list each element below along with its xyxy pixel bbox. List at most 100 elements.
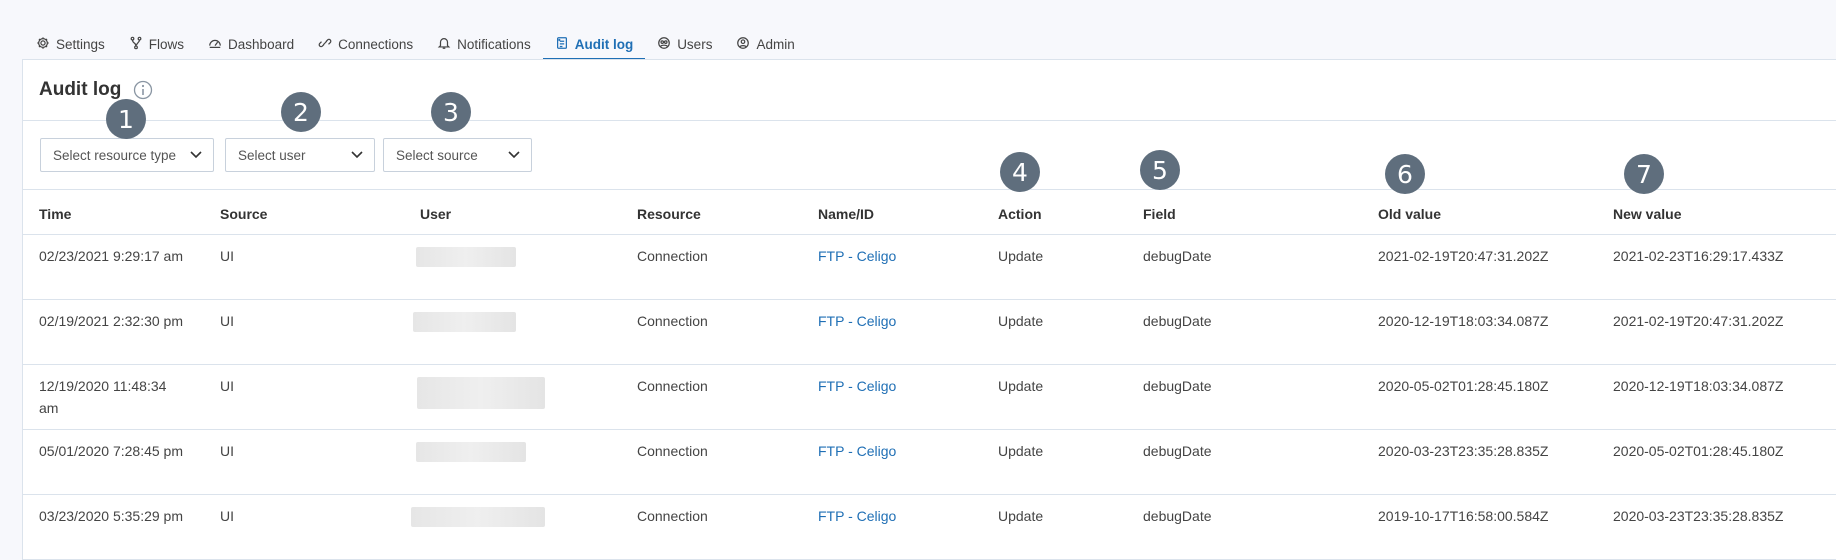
tab-label: Audit log	[574, 36, 634, 52]
cell-field: debugDate	[1127, 364, 1362, 430]
cell-new-value: 2020-03-23T23:35:28.835Z	[1597, 494, 1836, 560]
column-header-new-value[interactable]: New value	[1597, 190, 1836, 235]
link-icon	[318, 36, 332, 53]
cell-resource: Connection	[621, 299, 802, 365]
flow-icon	[129, 36, 143, 53]
tab-label: Settings	[56, 36, 105, 52]
tab-label: Notifications	[457, 36, 531, 52]
cell-name: FTP - Celigo	[802, 429, 982, 495]
callout-marker-2: 2	[281, 92, 321, 132]
bell-icon	[437, 36, 451, 53]
cell-new-value: 2020-05-02T01:28:45.180Z	[1597, 429, 1836, 495]
tab-label: Dashboard	[228, 36, 295, 52]
cell-resource: Connection	[621, 429, 802, 495]
cell-name: FTP - Celigo	[802, 494, 982, 560]
admin-icon	[736, 36, 750, 53]
resource-link[interactable]: FTP - Celigo	[818, 508, 896, 524]
redacted-user	[411, 506, 545, 527]
cell-source: UI	[204, 429, 404, 495]
column-header-name-id[interactable]: Name/ID	[802, 190, 982, 235]
cell-resource: Connection	[621, 234, 802, 300]
cell-source: UI	[204, 364, 404, 430]
cell-old-value: 2020-05-02T01:28:45.180Z	[1362, 364, 1597, 430]
tab-audit-log[interactable]: Audit log	[542, 28, 646, 60]
tab-label: Connections	[338, 36, 414, 52]
cell-action: Update	[982, 234, 1127, 300]
cell-time: 03/23/2020 5:35:29 pm	[23, 494, 204, 560]
column-header-old-value[interactable]: Old value	[1362, 190, 1597, 235]
cell-user	[404, 299, 621, 365]
resource-link[interactable]: FTP - Celigo	[818, 378, 896, 394]
callout-marker-3: 3	[431, 92, 471, 132]
audit-log-table: Time Source User Resource Name/ID Action…	[23, 190, 1836, 560]
resource-type-select[interactable]: Select resource type	[40, 138, 214, 172]
cell-name: FTP - Celigo	[802, 364, 982, 430]
column-header-user[interactable]: User	[404, 190, 621, 235]
redacted-user	[416, 246, 516, 267]
cell-new-value: 2020-12-19T18:03:34.087Z	[1597, 364, 1836, 430]
cell-name: FTP - Celigo	[802, 234, 982, 300]
redacted-user	[413, 311, 516, 332]
column-header-time[interactable]: Time	[23, 190, 204, 235]
tab-label: Flows	[148, 36, 185, 52]
callout-marker-1: 1	[106, 99, 146, 139]
cell-field: debugDate	[1127, 234, 1362, 300]
table-row: 02/19/2021 2:32:30 pm UI Connection FTP …	[23, 299, 1836, 365]
table-row: 05/01/2020 7:28:45 pm UI Connection FTP …	[23, 429, 1836, 495]
tab-dashboard[interactable]: Dashboard	[196, 28, 306, 60]
user-select[interactable]: Select user	[225, 138, 375, 172]
cell-user	[404, 364, 621, 430]
source-select[interactable]: Select source	[383, 138, 532, 172]
tab-flows[interactable]: Flows	[117, 28, 196, 60]
cell-field: debugDate	[1127, 494, 1362, 560]
select-label: Select source	[396, 147, 478, 163]
tab-admin[interactable]: Admin	[724, 28, 806, 60]
cell-new-value: 2021-02-19T20:47:31.202Z	[1597, 299, 1836, 365]
cell-old-value: 2019-10-17T16:58:00.584Z	[1362, 494, 1597, 560]
info-icon[interactable]	[133, 80, 153, 100]
column-header-action[interactable]: Action	[982, 190, 1127, 235]
table-header-row: Time Source User Resource Name/ID Action…	[23, 190, 1836, 235]
tab-notifications[interactable]: Notifications	[425, 28, 543, 60]
callout-marker-5: 5	[1140, 150, 1180, 190]
cell-resource: Connection	[621, 364, 802, 430]
cell-source: UI	[204, 494, 404, 560]
callout-marker-4: 4	[1000, 152, 1040, 192]
cell-action: Update	[982, 494, 1127, 560]
column-header-resource[interactable]: Resource	[621, 190, 802, 235]
chevron-down-icon	[350, 147, 364, 164]
cell-old-value: 2020-12-19T18:03:34.087Z	[1362, 299, 1597, 365]
column-header-field[interactable]: Field	[1127, 190, 1362, 235]
dashboard-icon	[208, 36, 222, 53]
cell-new-value: 2021-02-23T16:29:17.433Z	[1597, 234, 1836, 300]
callout-marker-6: 6	[1385, 154, 1425, 194]
redacted-user	[416, 441, 526, 462]
resource-link[interactable]: FTP - Celigo	[818, 443, 896, 459]
cell-user	[404, 429, 621, 495]
cell-time: 12/19/2020 11:48:34 am	[23, 364, 204, 430]
tab-settings[interactable]: Settings	[24, 28, 117, 60]
users-icon	[657, 36, 671, 53]
callout-marker-7: 7	[1624, 154, 1664, 194]
cell-action: Update	[982, 429, 1127, 495]
cell-old-value: 2020-03-23T23:35:28.835Z	[1362, 429, 1597, 495]
tab-label: Users	[677, 36, 713, 52]
cell-action: Update	[982, 299, 1127, 365]
resource-link[interactable]: FTP - Celigo	[818, 313, 896, 329]
chevron-down-icon	[507, 147, 521, 164]
cell-source: UI	[204, 299, 404, 365]
select-label: Select user	[238, 147, 306, 163]
resource-link[interactable]: FTP - Celigo	[818, 248, 896, 264]
column-header-source[interactable]: Source	[204, 190, 404, 235]
cell-time: 02/23/2021 9:29:17 am	[23, 234, 204, 300]
tab-users[interactable]: Users	[645, 28, 724, 60]
cell-field: debugDate	[1127, 299, 1362, 365]
audit-log-panel: Audit log Select resource type Select us…	[22, 59, 1836, 560]
cell-user	[404, 494, 621, 560]
select-label: Select resource type	[53, 147, 177, 163]
gear-icon	[36, 36, 50, 53]
redacted-user	[417, 376, 545, 409]
page-title: Audit log	[39, 79, 122, 100]
tab-connections[interactable]: Connections	[306, 28, 425, 60]
chevron-down-icon	[189, 147, 203, 164]
